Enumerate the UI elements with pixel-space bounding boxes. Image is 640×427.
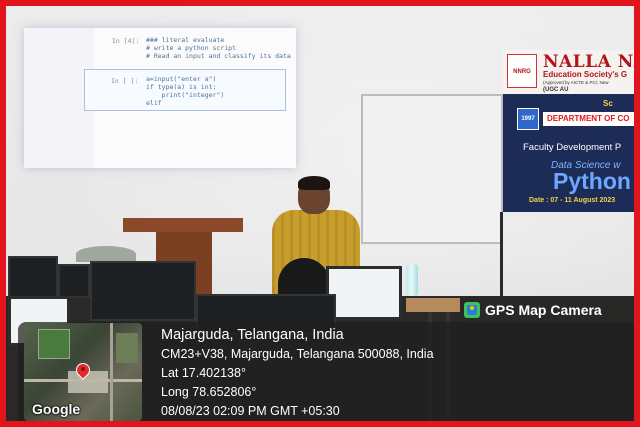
gps-app-label: GPS Map Camera xyxy=(461,298,634,322)
whiteboard xyxy=(361,94,503,244)
banner-school: Sc xyxy=(603,99,613,108)
photo-frame: In [4]: ### literal evaluate # write a p… xyxy=(0,0,640,427)
gps-latitude: Lat 17.402138° xyxy=(161,366,246,380)
banner-department: DEPARTMENT OF CO xyxy=(547,114,630,123)
banner-title: NALLA NA xyxy=(543,52,640,72)
gps-longitude: Long 78.652806° xyxy=(161,385,257,399)
gps-app-name: GPS Map Camera xyxy=(485,302,602,318)
map-brand: Google xyxy=(32,401,81,417)
map-field-green xyxy=(38,329,70,359)
gps-address: CM23+V38, Majarguda, Telangana 500088, I… xyxy=(161,347,434,361)
college-logo: NNRG xyxy=(507,54,537,88)
banner-subtitle: Education Society's G xyxy=(543,70,628,79)
monitor-lit-center xyxy=(326,266,402,320)
podium-top xyxy=(123,218,243,232)
gps-camera-icon xyxy=(464,302,480,318)
plant xyxy=(76,246,136,262)
presenter-hair xyxy=(298,176,330,190)
banner-approval: (Approved by AICTE & PCI, New xyxy=(543,80,609,85)
gps-location: Majarguda, Telangana, India xyxy=(161,327,344,343)
event-banner: NNRG NALLA NA Education Society's G (App… xyxy=(503,50,640,212)
banner-badge: 1997 xyxy=(517,108,539,130)
cell-code-2: a=input("enter a") if type(a) is int: pr… xyxy=(146,75,225,107)
map-thumbnail: Google xyxy=(24,323,142,421)
banner-python: Python xyxy=(553,168,631,194)
monitor-left-2 xyxy=(58,264,90,298)
cell-prompt-1: In [4]: xyxy=(112,37,140,45)
wooden-desk xyxy=(406,298,460,312)
map-road-2 xyxy=(110,323,113,421)
gps-datetime: 08/08/23 02:09 PM GMT +05:30 xyxy=(161,404,340,418)
map-field-2 xyxy=(116,333,138,363)
cell-prompt-2: In [ ]: xyxy=(111,77,139,85)
water-bottle xyxy=(406,264,418,296)
banner-ugc: (UGC AU xyxy=(543,87,569,93)
pin-center xyxy=(81,367,85,371)
banner-fdp: Faculty Development P xyxy=(523,142,622,153)
banner-date: Date : 07 - 11 August 2023 xyxy=(529,197,616,204)
monitor-left xyxy=(8,256,58,298)
monitor-center-left xyxy=(90,261,196,321)
cell-code-1: ### literal evaluate # write a python sc… xyxy=(146,36,291,60)
